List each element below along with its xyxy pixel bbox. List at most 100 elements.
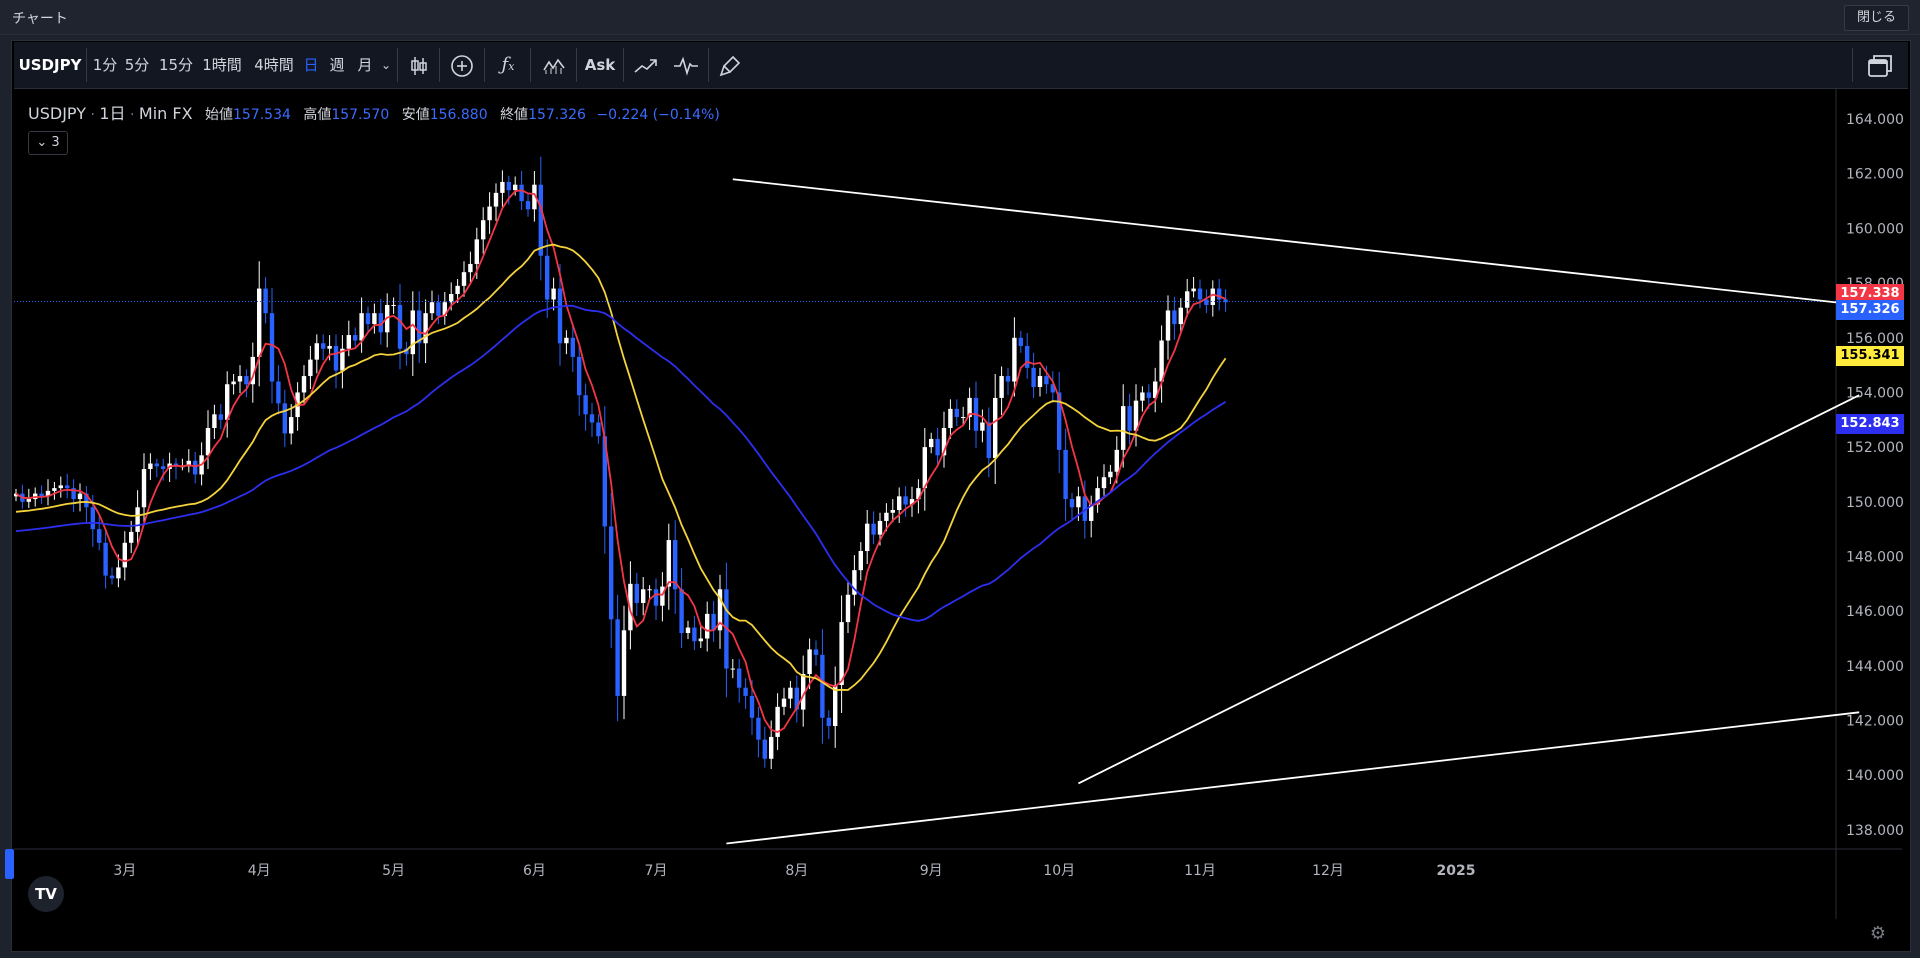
trendline-3 [726,711,1860,845]
x-tick-label: 6月 [523,863,546,879]
candle-body [826,717,831,726]
candle-body [1031,367,1036,387]
trend-icon[interactable] [626,42,666,88]
toolbar-separator [484,48,485,82]
candle-body [1012,337,1017,382]
candle-body [935,438,940,456]
candle-body [999,376,1004,398]
tradingview-logo-icon[interactable]: TV [28,876,64,912]
moving-average-20 [15,243,1227,692]
candle-body [922,447,927,489]
candle-body [129,531,134,543]
candle-body [397,304,403,349]
candle-body [1178,307,1183,325]
candle-body [148,463,153,469]
symbol-button[interactable]: USDJPY [18,42,82,88]
interval-1m[interactable]: 1分 [90,42,120,88]
close-button[interactable]: 閉じる [1843,5,1909,31]
candle-body [289,417,294,434]
candle-body [615,619,620,696]
chart-canvas[interactable]: 164.000162.000160.000158.000156.000154.0… [14,89,1904,919]
interval-1w[interactable]: 週 [326,42,348,88]
candle-body [1217,288,1222,300]
candle-body [506,181,511,191]
interval-1h[interactable]: 1時間 [198,42,246,88]
candle-body [353,335,358,341]
candle-body [660,586,665,606]
y-tick-label: 150.000 [1846,495,1904,511]
candle-body [884,512,889,521]
candles-icon[interactable] [404,42,434,88]
replay-icon[interactable] [666,42,706,88]
candle-body [468,263,473,273]
candle-body [609,526,614,620]
candle-body [583,395,588,415]
compare-plus-icon[interactable] [442,42,482,88]
indicators-fx-icon[interactable]: ƒx [488,42,528,88]
candle-body [461,272,467,286]
candle-body [135,507,140,532]
candle-body [244,376,249,385]
candle-body [423,313,428,344]
candle-body [756,717,761,740]
indicators-toggle-button[interactable]: ⌄ 3 [28,131,68,155]
candle-body [212,414,217,428]
legend-low-label: 安値 [401,107,430,123]
y-tick-label: 140.000 [1846,768,1904,784]
candle-body [449,294,454,303]
candle-body [487,206,492,221]
brush-icon[interactable] [712,42,748,88]
layout-windows-icon[interactable] [1860,42,1900,88]
candle-body [781,698,787,707]
candle-body [557,288,563,344]
candle-body [877,520,883,535]
candle-body [1101,477,1107,489]
candle-body [634,583,639,603]
interval-1d[interactable]: 日 [300,42,322,88]
interval-5m[interactable]: 5分 [122,42,152,88]
candle-body [705,613,710,639]
candle-body [161,466,166,469]
candle-body [1197,288,1203,300]
chevron-down-icon: ⌄ [36,135,48,150]
price-chart[interactable]: 164.000162.000160.000158.000156.000154.0… [14,89,1904,919]
y-tick-label: 154.000 [1846,385,1904,401]
chevron-down-icon[interactable]: ⌄ [378,42,394,88]
interval-1mo[interactable]: 月 [354,42,376,88]
toolbar-separator [397,48,398,82]
candle-body [730,668,735,670]
candle-body [897,496,902,511]
candle-body [122,542,127,568]
candle-body [698,638,703,642]
left-panel-handle[interactable] [5,849,14,879]
gear-icon[interactable]: ⚙ [1866,922,1890,946]
candle-body [327,345,332,349]
x-tick-label: 2025 [1437,863,1476,879]
legend-source: Min FX [138,104,193,123]
candle-body [1044,376,1049,385]
candle-body [621,630,627,696]
candle-body [346,335,351,349]
candle-body [788,687,793,699]
candle-body [1210,288,1215,305]
candle-body [865,523,870,552]
candle-body [1146,392,1151,398]
candle-body [58,485,63,489]
legend-symbol[interactable]: USDJPY [28,104,86,123]
window-titlebar: チャート 閉じる [0,0,1920,35]
x-tick-label: 8月 [785,863,808,879]
candle-body [1159,340,1164,382]
interval-4h[interactable]: 4時間 [250,42,298,88]
legend-open-value: 157.534 [232,107,291,123]
moving-average-5 [15,189,1226,733]
candle-body [205,427,211,456]
x-tick-label: 11月 [1184,863,1216,879]
candle-body [436,302,441,316]
interval-15m[interactable]: 15分 [156,42,196,88]
ask-button[interactable]: Ask [580,42,620,88]
candle-body [474,239,479,264]
candle-body [577,356,582,396]
candle-body [545,255,550,300]
candle-body [1025,345,1030,368]
templates-icon[interactable] [534,42,574,88]
